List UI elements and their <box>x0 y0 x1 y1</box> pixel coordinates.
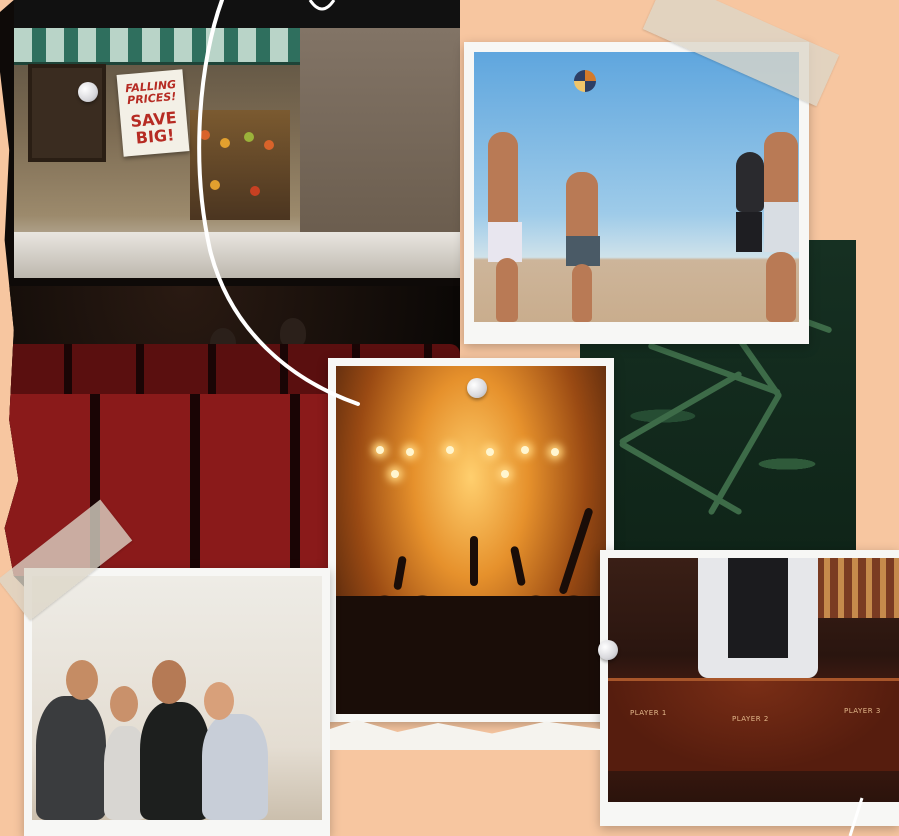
casino-polaroid: PLAYER 1 PLAYER 2 PLAYER 3 <box>600 550 899 826</box>
sale-sign: FALLING PRICES! SAVE BIG! <box>116 69 190 157</box>
card-table: PLAYER 1 PLAYER 2 PLAYER 3 <box>608 678 899 771</box>
torn-paper-strip <box>330 720 600 750</box>
shop-window <box>28 64 106 162</box>
table-label: PLAYER 1 <box>630 709 667 717</box>
pushpin-icon <box>78 82 98 102</box>
sale-sign-line2: SAVE BIG! <box>129 108 178 148</box>
stage-top <box>14 0 460 30</box>
produce-stand <box>190 110 290 220</box>
stage-floor <box>14 232 460 278</box>
stage-props <box>300 28 460 238</box>
shop-awning <box>14 28 300 65</box>
pushpin-icon <box>467 378 487 398</box>
volleyball <box>574 70 596 92</box>
friends-photo <box>32 576 322 820</box>
casino-photo: PLAYER 1 PLAYER 2 PLAYER 3 <box>608 558 899 802</box>
crowd-silhouette <box>336 596 606 714</box>
pushpin-icon <box>598 640 618 660</box>
beach-volleyball-polaroid <box>464 42 809 344</box>
concert-polaroid <box>328 358 614 722</box>
sale-sign-line1: FALLING PRICES! <box>124 77 177 108</box>
table-label: PLAYER 3 <box>844 707 881 715</box>
beach-volleyball-photo <box>474 52 799 322</box>
concert-photo <box>336 366 606 714</box>
friends-polaroid <box>24 568 330 836</box>
table-label: PLAYER 2 <box>732 715 769 723</box>
